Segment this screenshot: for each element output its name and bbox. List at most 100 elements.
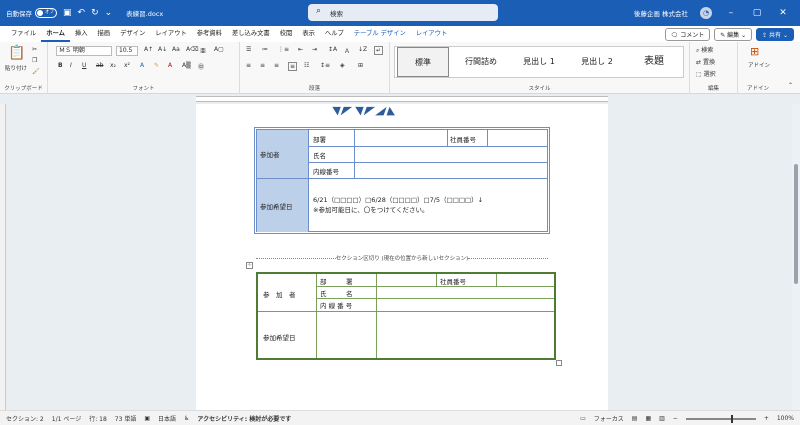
- text-effects-icon[interactable]: A: [140, 62, 144, 69]
- sort-icon[interactable]: ↓Z: [358, 46, 367, 53]
- copy-icon[interactable]: ❐: [32, 57, 37, 64]
- phonetic-icon[interactable]: 亜: [200, 46, 206, 55]
- redo-icon[interactable]: ↻: [91, 8, 99, 18]
- vertical-ruler[interactable]: [0, 104, 6, 410]
- tab-0[interactable]: ファイル: [6, 26, 41, 42]
- shrink-font-icon[interactable]: A↓: [158, 46, 167, 53]
- style-heading-2[interactable]: 見出し 2: [569, 47, 625, 77]
- align-right-icon[interactable]: ≡: [274, 62, 279, 69]
- tab-7[interactable]: 差し込み文書: [227, 26, 275, 42]
- grow-font-icon[interactable]: A↑: [144, 46, 153, 53]
- zoom-slider[interactable]: [685, 414, 756, 423]
- align-left-icon[interactable]: ≡: [246, 62, 251, 69]
- minimize-icon[interactable]: –: [724, 8, 738, 18]
- horizontal-ruler[interactable]: [196, 96, 608, 102]
- table-resize-handle[interactable]: [556, 360, 562, 366]
- font-name-box[interactable]: ＭＳ 明朝: [56, 46, 112, 56]
- status-accessibility[interactable]: アクセシビリティ: 検討が必要です: [197, 414, 291, 423]
- status-words[interactable]: 73 単語: [115, 414, 137, 423]
- document-page[interactable]: ◥◤◥◤◢◣ 参加者 参加希望日 部署 社員番号 氏名 内線番号 6/21（□□…: [196, 104, 608, 410]
- style-normal[interactable]: 標準: [397, 47, 449, 77]
- close-icon[interactable]: ✕: [776, 8, 790, 18]
- decrease-indent-icon[interactable]: ⇤: [298, 46, 303, 53]
- tab-11[interactable]: テーブル デザイン: [349, 26, 411, 42]
- search-box[interactable]: ⌕ 検索: [308, 4, 498, 21]
- justify-icon[interactable]: ≡: [288, 62, 298, 71]
- web-layout-icon[interactable]: ▥: [659, 415, 665, 422]
- status-page[interactable]: 1/1 ページ: [52, 414, 81, 423]
- accessibility-icon[interactable]: ♿: [184, 415, 189, 422]
- highlight-icon[interactable]: ✎: [154, 62, 159, 69]
- bullets-icon[interactable]: ☰: [246, 46, 251, 53]
- save-icon[interactable]: ▣: [63, 8, 72, 18]
- table-1[interactable]: 参加者 参加希望日 部署 社員番号 氏名 内線番号 6/21（□□□□）□6/2…: [254, 127, 550, 234]
- numbering-icon[interactable]: ≔: [262, 46, 268, 53]
- edit-mode-button[interactable]: ✎ 編集 ⌄: [714, 28, 753, 41]
- asian-layout-icon[interactable]: Ａ: [344, 46, 350, 55]
- proofing-icon[interactable]: ▣: [144, 415, 150, 422]
- text-direction-icon[interactable]: ↕A: [328, 46, 337, 53]
- tab-10[interactable]: ヘルプ: [320, 26, 349, 42]
- paste-icon[interactable]: 📋: [8, 45, 25, 61]
- italic-icon[interactable]: I: [70, 62, 72, 69]
- line-spacing-icon[interactable]: ↕≡: [320, 62, 330, 69]
- borders-icon[interactable]: ⊞: [358, 62, 363, 69]
- find-button[interactable]: ⌕ 検索: [696, 45, 713, 55]
- superscript-icon[interactable]: x²: [124, 62, 130, 69]
- cut-icon[interactable]: ✂: [32, 46, 37, 53]
- tab-9[interactable]: 表示: [297, 26, 320, 42]
- vertical-scrollbar[interactable]: [792, 104, 800, 410]
- document-name[interactable]: 表練習.docx: [126, 8, 163, 18]
- align-center-icon[interactable]: ≡: [260, 62, 265, 69]
- shading-icon[interactable]: ◈: [340, 62, 345, 69]
- distributed-icon[interactable]: ☷: [304, 62, 309, 69]
- focus-icon[interactable]: ▭: [580, 415, 586, 422]
- collapse-ribbon-icon[interactable]: ⌃: [788, 82, 793, 89]
- print-layout-icon[interactable]: ▦: [645, 415, 651, 422]
- status-language[interactable]: 日本語: [158, 414, 176, 423]
- show-marks-icon[interactable]: ↵: [374, 46, 384, 55]
- tab-4[interactable]: デザイン: [115, 26, 150, 42]
- enclose-char-icon[interactable]: ㊥: [198, 62, 204, 71]
- addins-icon[interactable]: ⊞: [750, 45, 759, 58]
- tab-12[interactable]: レイアウト: [411, 26, 452, 42]
- status-focus[interactable]: フォーカス: [594, 414, 624, 423]
- comment-button[interactable]: 🗨 コメント: [664, 28, 711, 41]
- share-button[interactable]: ⇪ 共有 ⌄: [756, 28, 794, 41]
- increase-indent-icon[interactable]: ⇥: [312, 46, 317, 53]
- autosave[interactable]: 自動保存 オフ: [6, 8, 57, 18]
- strikethrough-icon[interactable]: ab: [96, 62, 104, 69]
- style-no-spacing[interactable]: 行間詰め: [453, 47, 509, 77]
- font-size-box[interactable]: 10.5: [116, 46, 138, 56]
- bold-icon[interactable]: B: [58, 62, 63, 69]
- font-color-icon[interactable]: A: [168, 62, 172, 69]
- avatar[interactable]: ◔: [700, 7, 712, 19]
- addins-label[interactable]: アドイン: [744, 61, 774, 69]
- subscript-icon[interactable]: x₂: [110, 62, 116, 69]
- tab-8[interactable]: 校閲: [275, 26, 298, 42]
- tab-2[interactable]: 挿入: [70, 26, 93, 42]
- char-shading-icon[interactable]: A▒: [182, 62, 191, 69]
- table-2[interactable]: 参 加 者 部 署 社員番号 氏 名 内 線 番 号 参加希望日: [256, 272, 556, 360]
- tab-3[interactable]: 描画: [92, 26, 115, 42]
- scrollbar-thumb[interactable]: [794, 164, 798, 284]
- zoom-out-icon[interactable]: −: [673, 415, 678, 422]
- paste-label[interactable]: 貼り付け: [5, 64, 27, 72]
- style-heading-1[interactable]: 見出し 1: [511, 47, 567, 77]
- tab-6[interactable]: 参考資料: [192, 26, 227, 42]
- read-mode-icon[interactable]: ▤: [632, 415, 638, 422]
- user-name[interactable]: 後藤企画 株式会社: [634, 8, 688, 18]
- customize-qat-icon[interactable]: ⌄: [105, 8, 113, 18]
- table-move-handle[interactable]: ✛: [246, 262, 253, 269]
- multilevel-list-icon[interactable]: ⋮≡: [278, 46, 289, 53]
- format-painter-icon[interactable]: 🖌: [32, 68, 40, 75]
- replace-button[interactable]: ⇄ 置換: [696, 57, 715, 66]
- zoom-in-icon[interactable]: +: [764, 415, 769, 422]
- status-line[interactable]: 行: 18: [89, 414, 107, 423]
- maximize-icon[interactable]: ▢: [750, 8, 764, 18]
- char-border-icon[interactable]: A▢: [214, 46, 224, 53]
- status-section[interactable]: セクション: 2: [6, 414, 44, 423]
- undo-icon[interactable]: ↶: [78, 8, 86, 18]
- change-case-icon[interactable]: Aa: [172, 46, 180, 53]
- clear-format-icon[interactable]: A⌫: [186, 46, 199, 53]
